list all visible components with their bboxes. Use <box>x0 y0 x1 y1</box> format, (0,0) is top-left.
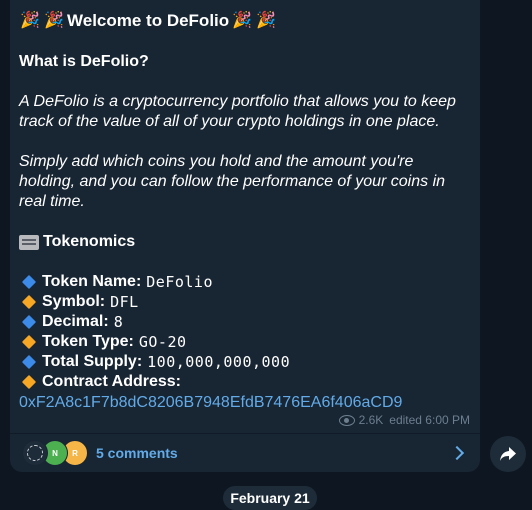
token-info-row: Total Supply: 100,000,000,000 <box>19 352 474 372</box>
orange-diamond-icon <box>21 374 37 390</box>
token-info-label: Contract Address: <box>42 373 181 390</box>
token-info-list: Token Name: DeFolio Symbol: DFL Decimal:… <box>19 272 474 414</box>
party-popper-icon: 🎉 <box>256 12 277 29</box>
token-info-value: DeFolio <box>146 273 213 291</box>
description-paragraph-1: A DeFolio is a cryptocurrency portfolio … <box>19 92 474 132</box>
token-info-value: DFL <box>110 293 139 311</box>
what-is-heading: What is DeFolio? <box>19 53 149 70</box>
token-info-label: Token Type: <box>42 333 134 350</box>
orange-diamond-icon <box>21 294 37 310</box>
token-info-row: Symbol: DFL <box>19 292 474 312</box>
view-count: 2.6K <box>358 413 384 427</box>
party-popper-icon: 🎉 <box>44 12 64 29</box>
message-title: 🎉 🎉 Welcome to DeFolio 🎉 🎉 <box>19 8 474 34</box>
blue-diamond-icon <box>21 274 37 290</box>
paragraph-line: A DeFolio is a cryptocurrency portfolio … <box>19 93 456 110</box>
token-info-row: Token Type: GO-20 <box>19 332 474 352</box>
paragraph-line: holding, and you can follow the performa… <box>19 173 446 190</box>
party-popper-icon: 🎉 <box>232 12 253 29</box>
paragraph-line: track of the value of all of your crypto… <box>19 113 440 130</box>
token-info-value: GO-20 <box>138 333 187 351</box>
orange-diamond-icon <box>21 334 37 350</box>
avatar <box>22 440 48 466</box>
token-info-value: 8 <box>113 313 124 331</box>
newspaper-icon <box>19 234 39 250</box>
eye-icon <box>338 414 355 426</box>
token-info-label: Decimal: <box>42 313 109 330</box>
party-popper-icon: 🎉 <box>20 12 40 29</box>
tokenomics-heading: Tokenomics <box>19 232 474 252</box>
token-info-row: Decimal: 8 <box>19 312 474 332</box>
commenter-avatars: N R <box>22 440 92 466</box>
paragraph-line: Simply add which coins you hold and the … <box>19 153 414 170</box>
token-info-label: Token Name: <box>42 273 142 290</box>
share-button[interactable] <box>490 436 526 472</box>
paragraph-line: real time. <box>19 193 85 210</box>
token-info-row: Token Name: DeFolio <box>19 272 474 292</box>
token-info-label: Symbol: <box>42 293 106 310</box>
token-info-value: 100,000,000,000 <box>147 353 291 371</box>
message-text: 🎉 🎉 Welcome to DeFolio 🎉 🎉 What is DeFol… <box>19 8 474 414</box>
blue-diamond-icon <box>21 354 37 370</box>
description-paragraph-2: Simply add which coins you hold and the … <box>19 152 474 212</box>
blue-diamond-icon <box>21 314 37 330</box>
share-arrow-icon <box>500 447 516 461</box>
tokenomics-title: Tokenomics <box>43 233 136 250</box>
message-meta: 2.6K edited 6:00 PM <box>338 413 470 427</box>
token-info-row: Contract Address: <box>19 372 474 392</box>
date-separator: February 21 <box>223 486 317 510</box>
title-text: Welcome to DeFolio <box>67 11 230 30</box>
edited-time: edited 6:00 PM <box>389 413 470 427</box>
comments-count-label: 5 comments <box>96 445 178 461</box>
token-info-label: Total Supply: <box>42 353 143 370</box>
comments-button[interactable]: N R 5 comments <box>10 434 480 472</box>
chevron-right-icon <box>449 445 465 461</box>
contract-address-link[interactable]: 0xF2A8c1F7b8dC8206B7948EfdB7476EA6f406aC… <box>19 392 474 414</box>
